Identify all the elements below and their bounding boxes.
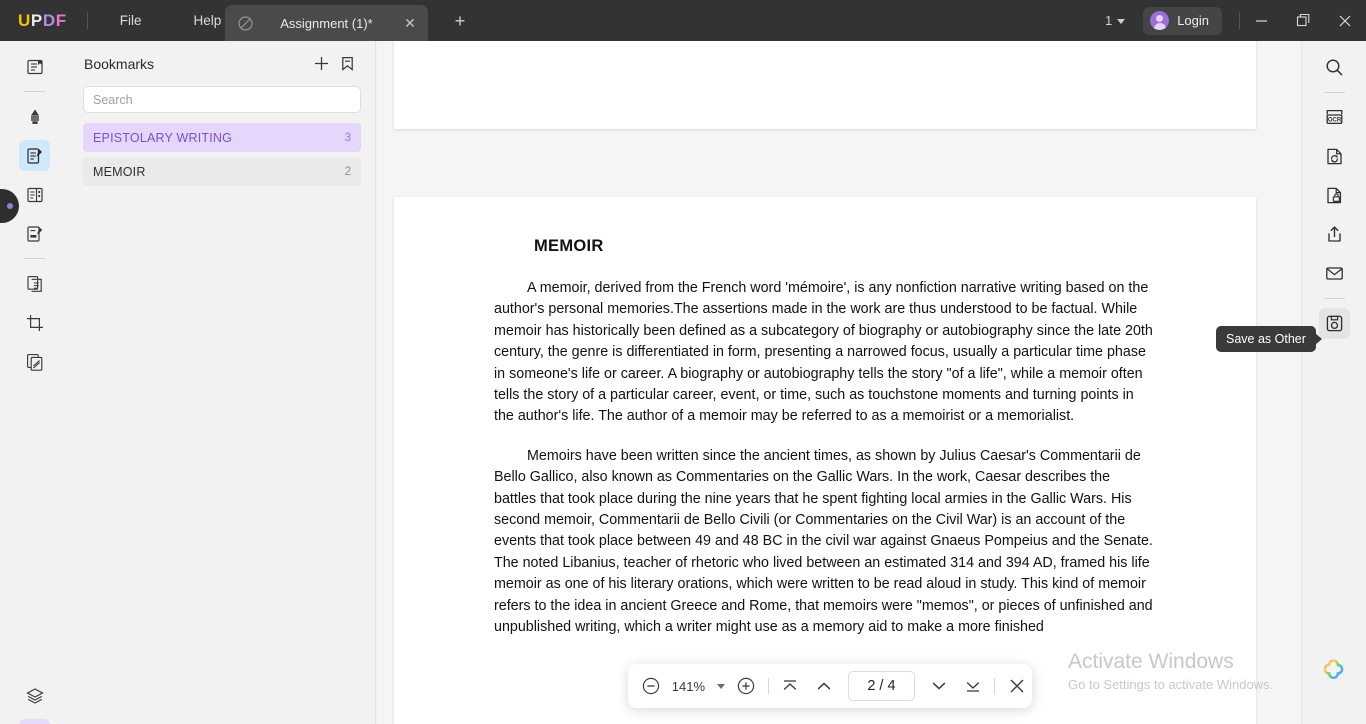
document-tab[interactable]: Assignment (1)* ✕: [225, 5, 428, 41]
right-tool-rail: OCR: [1301, 41, 1366, 724]
bookmark-add-icon[interactable]: [334, 51, 360, 77]
bookmark-item-epistolary-writing[interactable]: EPISTOLARY WRITING 3: [83, 123, 361, 152]
toolbar-divider-1: [767, 678, 769, 694]
minimize-button[interactable]: [1240, 0, 1282, 41]
bookmark-count: 3: [344, 131, 351, 144]
layers-icon[interactable]: [19, 680, 50, 711]
rail-slot-organize-pages[interactable]: [0, 264, 69, 303]
zoom-out-button[interactable]: [636, 671, 666, 701]
rr-slot-email[interactable]: [1302, 254, 1366, 293]
maximize-button[interactable]: [1282, 0, 1324, 41]
bookmark-label: EPISTOLARY WRITING: [93, 130, 233, 145]
updf-logo: U P D F: [18, 11, 67, 31]
plus-icon[interactable]: [308, 51, 334, 77]
email-icon[interactable]: [1319, 258, 1350, 289]
ai-assistant-icon[interactable]: [1320, 658, 1347, 685]
rail-slot-layers[interactable]: [0, 676, 69, 715]
rail-slot-reader[interactable]: [0, 47, 69, 86]
window-count[interactable]: 1: [1104, 13, 1126, 28]
rr-slot-share[interactable]: [1302, 215, 1366, 254]
previous-page-button[interactable]: [809, 671, 839, 701]
reader-icon[interactable]: [19, 51, 50, 82]
logo-letter-u: U: [18, 10, 31, 30]
page-tools-icon[interactable]: [19, 179, 50, 210]
form-icon[interactable]: [19, 218, 50, 249]
close-toolbar-button[interactable]: [1002, 671, 1032, 701]
document-paragraph: A memoir, derived from the French word '…: [494, 280, 1153, 425]
logo-letter-p: P: [30, 10, 43, 30]
comment-highlight-icon[interactable]: [19, 101, 50, 132]
save-as-other-tooltip: Save as Other: [1216, 326, 1322, 352]
crop-icon[interactable]: [19, 307, 50, 338]
bookmarks-panel-header: Bookmarks: [69, 41, 375, 86]
zoom-level-label[interactable]: 141%: [666, 679, 711, 694]
document-paragraph: Memoirs have been written since the anci…: [494, 447, 1153, 636]
chevron-down-icon: [1117, 19, 1126, 24]
rr-slot-protect[interactable]: [1302, 176, 1366, 215]
bookmark-list: EPISTOLARY WRITING 3 MEMOIR 2: [69, 123, 375, 186]
logo-letter-f: F: [55, 10, 67, 30]
tab-close-icon[interactable]: ✕: [399, 12, 421, 34]
bookmark-item-memoir[interactable]: MEMOIR 2: [83, 157, 361, 186]
edit-pdf-icon[interactable]: [19, 140, 50, 171]
search-input[interactable]: [83, 86, 361, 113]
page-navigation-toolbar: 141% 2 / 4: [628, 664, 1032, 708]
document-heading: MEMOIR: [534, 237, 604, 255]
tab-title: Assignment (1)*: [280, 15, 373, 31]
avatar: [1150, 11, 1170, 30]
rail-slot-crop[interactable]: [0, 303, 69, 342]
pdf-page-content: MEMOIR A memoir, derived from the French…: [494, 237, 1154, 657]
protect-pdf-icon[interactable]: [1319, 180, 1350, 211]
titlebar-divider: [86, 12, 88, 29]
left-tool-rail: [0, 41, 69, 724]
titlebar-right-controls: 1 Login: [1105, 0, 1366, 41]
bookmark-search-wrap: [69, 86, 375, 113]
panel-title: Bookmarks: [84, 55, 155, 72]
updf-window: U P D F File Help Assignment (1)* ✕ + 1 …: [0, 0, 1366, 724]
batch-icon[interactable]: [19, 346, 50, 377]
login-label: Login: [1177, 13, 1209, 28]
bookmark-label: MEMOIR: [93, 164, 146, 179]
convert-pdf-icon[interactable]: [1319, 141, 1350, 172]
selection-dot-icon: [6, 203, 13, 209]
next-page-button[interactable]: [924, 671, 954, 701]
title-bar: U P D F File Help Assignment (1)* ✕ + 1 …: [0, 0, 1366, 41]
close-button[interactable]: [1324, 0, 1366, 41]
organize-pages-icon[interactable]: [19, 268, 50, 299]
right-rail-divider-2: [1323, 298, 1345, 299]
rr-slot-search[interactable]: [1302, 48, 1366, 87]
bookmarks-panel: Bookmarks EPISTOLARY WRITING 3 MEMOIR 2: [69, 41, 376, 724]
right-rail-divider-1: [1323, 92, 1345, 93]
last-page-button[interactable]: [958, 671, 988, 701]
pdf-page-previous: [394, 41, 1256, 129]
bookmark-count: 2: [344, 165, 351, 178]
rail-slot-batch[interactable]: [0, 342, 69, 381]
menu-file[interactable]: File: [106, 8, 156, 33]
rail-slot-bookmarks[interactable]: [0, 715, 69, 724]
svg-text:OCR: OCR: [1327, 118, 1341, 124]
first-page-button[interactable]: [776, 671, 806, 701]
rail-slot-edit-pdf[interactable]: [0, 136, 69, 175]
document-pdf-icon: [237, 15, 254, 32]
rr-slot-ocr[interactable]: OCR: [1302, 98, 1366, 137]
save-as-other-icon[interactable]: [1318, 308, 1350, 339]
new-tab-icon[interactable]: +: [449, 11, 471, 33]
chevron-down-icon: [717, 683, 725, 689]
login-button[interactable]: Login: [1143, 6, 1222, 35]
bookmark-icon[interactable]: [19, 719, 50, 724]
rail-slot-comment[interactable]: [0, 97, 69, 136]
share-icon[interactable]: [1319, 219, 1350, 250]
toolbar-divider-2: [994, 678, 996, 694]
search-icon[interactable]: [1319, 52, 1350, 83]
rail-divider-2: [24, 258, 45, 259]
rr-slot-convert[interactable]: [1302, 137, 1366, 176]
rail-divider-1: [24, 91, 45, 92]
window-count-label: 1: [1104, 13, 1113, 28]
ocr-icon[interactable]: OCR: [1319, 102, 1350, 133]
zoom-dropdown-button[interactable]: [711, 671, 731, 701]
document-viewer: T Text Image Link MEMOIR A memoir, deriv: [377, 41, 1301, 724]
page-indicator-input[interactable]: 2 / 4: [847, 671, 916, 701]
logo-letter-d: D: [42, 10, 56, 30]
zoom-in-button[interactable]: [731, 671, 761, 701]
